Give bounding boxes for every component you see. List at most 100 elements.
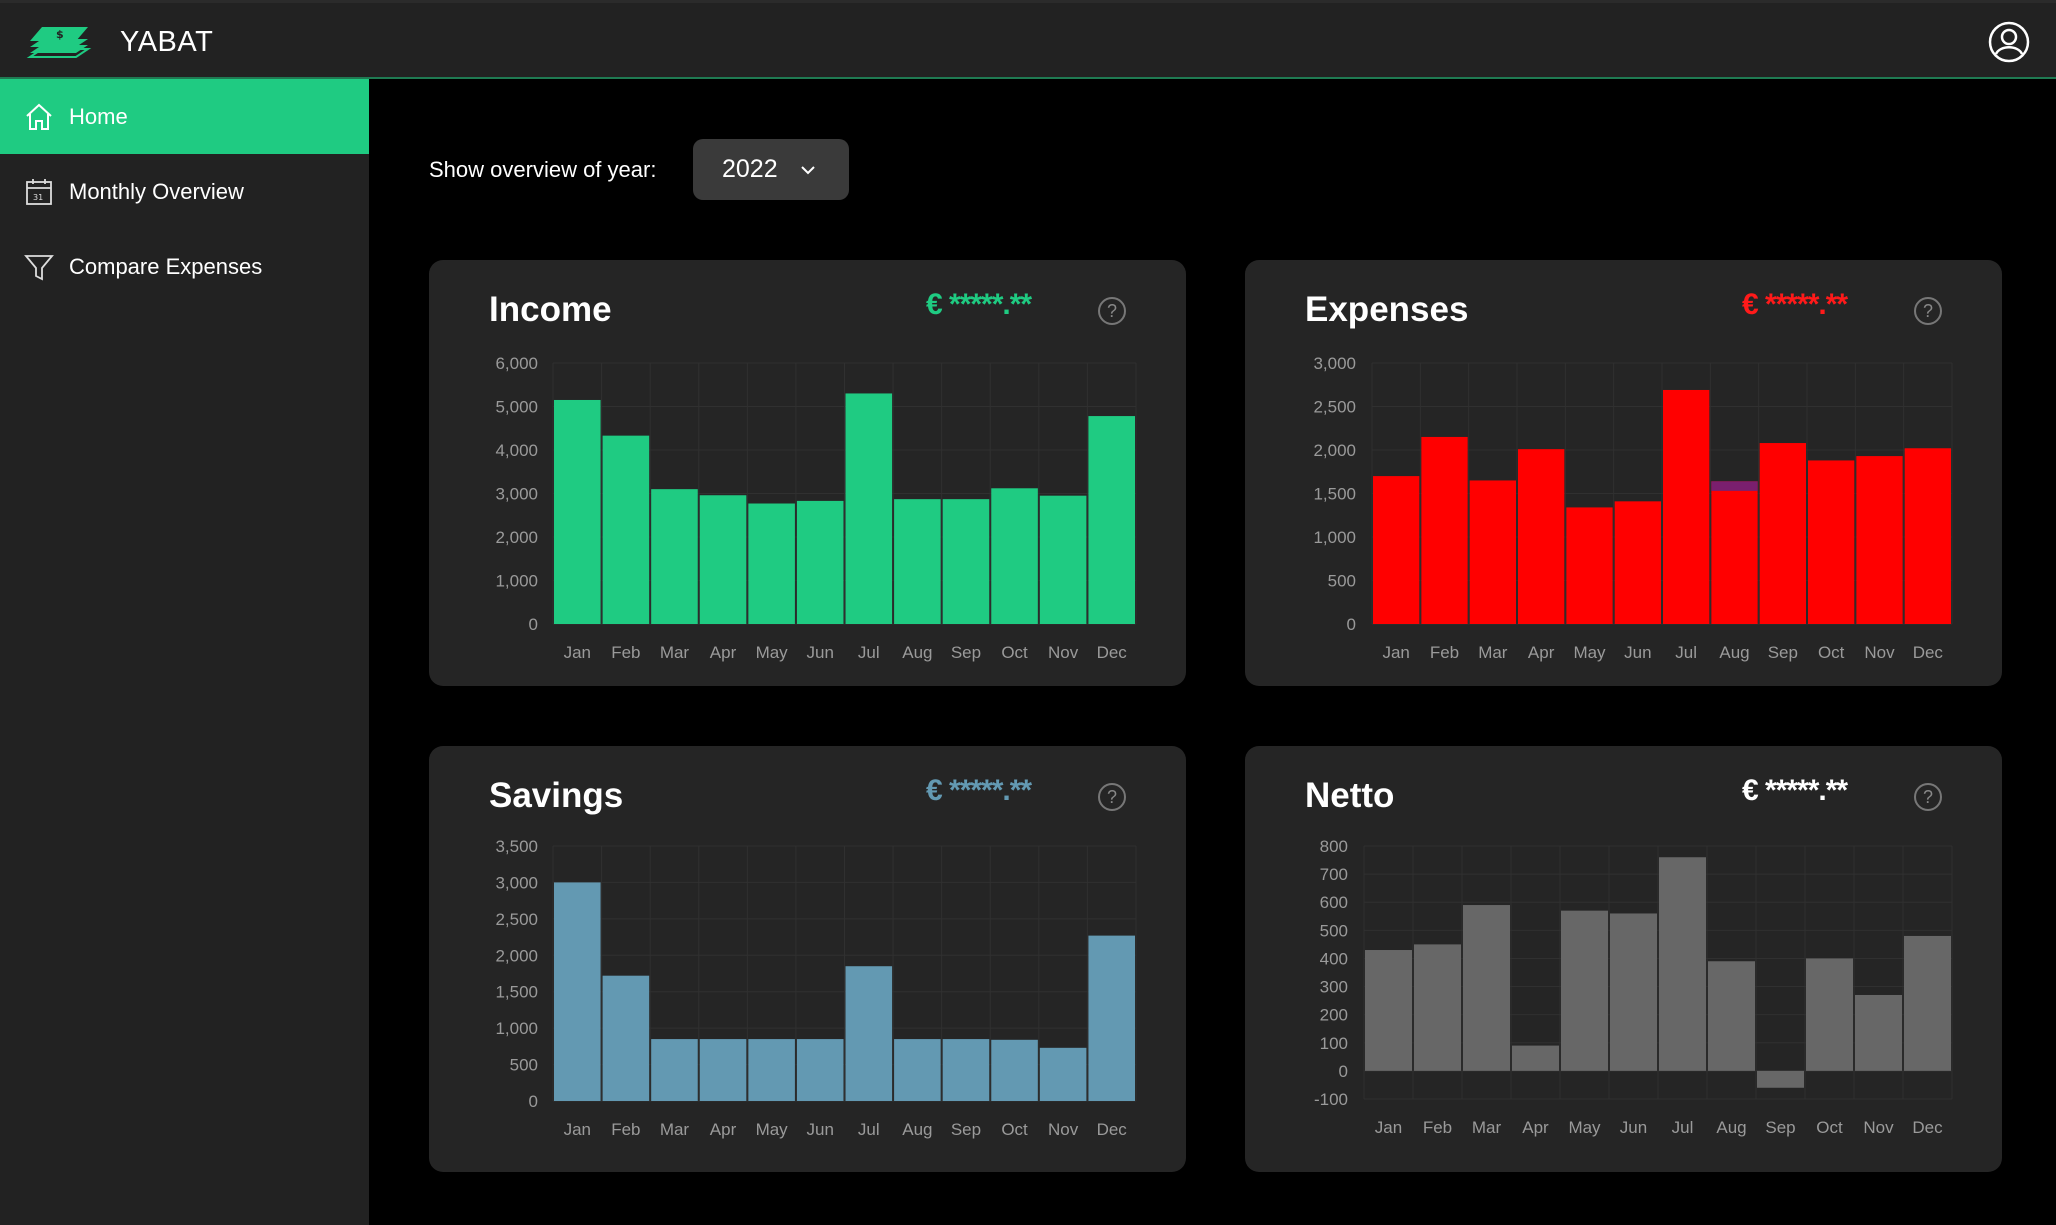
account-icon[interactable] [1988,21,2030,63]
bar-jun[interactable] [796,500,844,624]
x-tick-label: Oct [1001,643,1028,662]
y-tick-label: 3,000 [1313,354,1356,373]
x-tick-label: Aug [902,1120,932,1139]
x-tick-label: Jul [1672,1118,1694,1137]
sidebar-item-monthly-overview[interactable]: 31 Monthly Overview [0,154,369,229]
bar-nov[interactable] [1039,495,1087,624]
bar-jan[interactable] [1365,950,1412,1071]
x-tick-label: Mar [660,1120,690,1139]
bar-oct[interactable] [1808,460,1855,624]
x-tick-label: Jun [806,643,833,662]
bar-feb[interactable] [1421,436,1468,624]
card-title: Netto [1305,776,1395,815]
bar-dec[interactable] [1904,448,1951,624]
help-icon[interactable]: ? [1914,783,1942,811]
sidebar: Home 31 Monthly Overview Compare Expense… [0,79,369,1225]
y-tick-label: 3,000 [495,873,538,892]
brand[interactable]: $ YABAT [22,23,213,61]
bar-feb[interactable] [602,435,650,624]
bar-aug[interactable] [1711,481,1758,624]
x-tick-label: Sep [951,1120,981,1139]
bar-dec[interactable] [1088,416,1135,624]
x-tick-label: May [756,1120,789,1139]
bar-jun[interactable] [1614,501,1661,624]
bar-may[interactable] [1566,507,1613,624]
y-tick-label: 200 [1320,1006,1348,1025]
help-icon[interactable]: ? [1914,297,1942,325]
bar-sep[interactable] [942,1039,990,1101]
money-stack-icon: $ [26,27,92,58]
bar-apr[interactable] [1518,449,1565,624]
bar-may[interactable] [748,503,795,624]
bar-jul[interactable] [1663,389,1710,624]
x-tick-label: Feb [611,1120,640,1139]
savings-amount: € *****.** [926,774,1032,807]
y-tick-label: 0 [1339,1062,1348,1081]
bar-nov[interactable] [1856,456,1903,624]
y-tick-label: 100 [1320,1034,1348,1053]
filter-icon [24,254,54,280]
sidebar-item-label: Monthly Overview [69,178,244,204]
sidebar-item-compare-expenses[interactable]: Compare Expenses [0,229,369,304]
bar-jun[interactable] [1610,913,1657,1071]
bar-jan[interactable] [554,882,601,1101]
netto-amount: € *****.** [1742,774,1848,807]
home-icon [26,103,52,130]
x-tick-label: Aug [1719,643,1749,662]
bar-mar[interactable] [651,489,698,624]
bar-apr[interactable] [699,1039,747,1101]
bar-dec[interactable] [1088,935,1135,1101]
y-tick-label: 400 [1320,949,1348,968]
bar-nov[interactable] [1855,994,1902,1071]
y-tick-label: 1,000 [495,572,538,591]
bar-apr[interactable] [1512,1045,1559,1071]
x-tick-label: Sep [1768,643,1798,662]
bar-oct[interactable] [1806,958,1853,1071]
bar-highlight-segment[interactable] [1711,481,1758,491]
bar-jan[interactable] [1373,476,1420,624]
y-tick-label: 300 [1320,978,1348,997]
bar-oct[interactable] [991,1039,1038,1101]
bar-may[interactable] [1561,910,1608,1071]
bar-sep[interactable] [1759,443,1806,624]
x-tick-label: May [1573,643,1606,662]
bar-jun[interactable] [796,1039,844,1101]
bar-jan[interactable] [554,399,601,624]
bar-mar[interactable] [651,1039,698,1101]
year-select[interactable]: 2022 [693,139,849,200]
x-tick-label: Oct [1818,643,1845,662]
bar-apr[interactable] [699,495,747,624]
x-tick-label: Feb [1430,643,1459,662]
help-icon[interactable]: ? [1098,783,1126,811]
y-tick-label: 500 [1328,572,1356,591]
bar-mar[interactable] [1463,905,1510,1071]
x-tick-label: Jan [564,643,591,662]
bar-aug[interactable] [1708,961,1755,1071]
bar-jul[interactable] [845,966,893,1101]
y-tick-label: 5,000 [495,398,538,417]
bar-dec[interactable] [1904,935,1951,1071]
bar-sep[interactable] [942,499,990,624]
y-tick-label: 1,000 [1313,528,1356,547]
bar-mar[interactable] [1469,480,1516,624]
bar-oct[interactable] [991,488,1038,624]
calendar-icon: 31 [26,178,52,205]
bar-jul[interactable] [845,393,893,624]
y-tick-label: 0 [529,1092,538,1111]
card-title: Savings [489,776,624,815]
bar-aug[interactable] [894,499,941,624]
x-tick-label: Aug [902,643,932,662]
sidebar-item-home[interactable]: Home [0,79,369,154]
bar-nov[interactable] [1039,1047,1087,1101]
bar-feb[interactable] [1414,944,1461,1071]
bar-aug[interactable] [894,1039,941,1101]
x-tick-label: Aug [1716,1118,1746,1137]
top-bar: $ YABAT [0,0,2056,79]
bar-feb[interactable] [602,975,650,1101]
bar-sep[interactable] [1757,1070,1804,1088]
chevron-down-icon [800,165,815,174]
bar-jul[interactable] [1659,857,1706,1071]
x-tick-label: Jul [858,1120,880,1139]
help-icon[interactable]: ? [1098,297,1126,325]
bar-may[interactable] [748,1039,795,1101]
